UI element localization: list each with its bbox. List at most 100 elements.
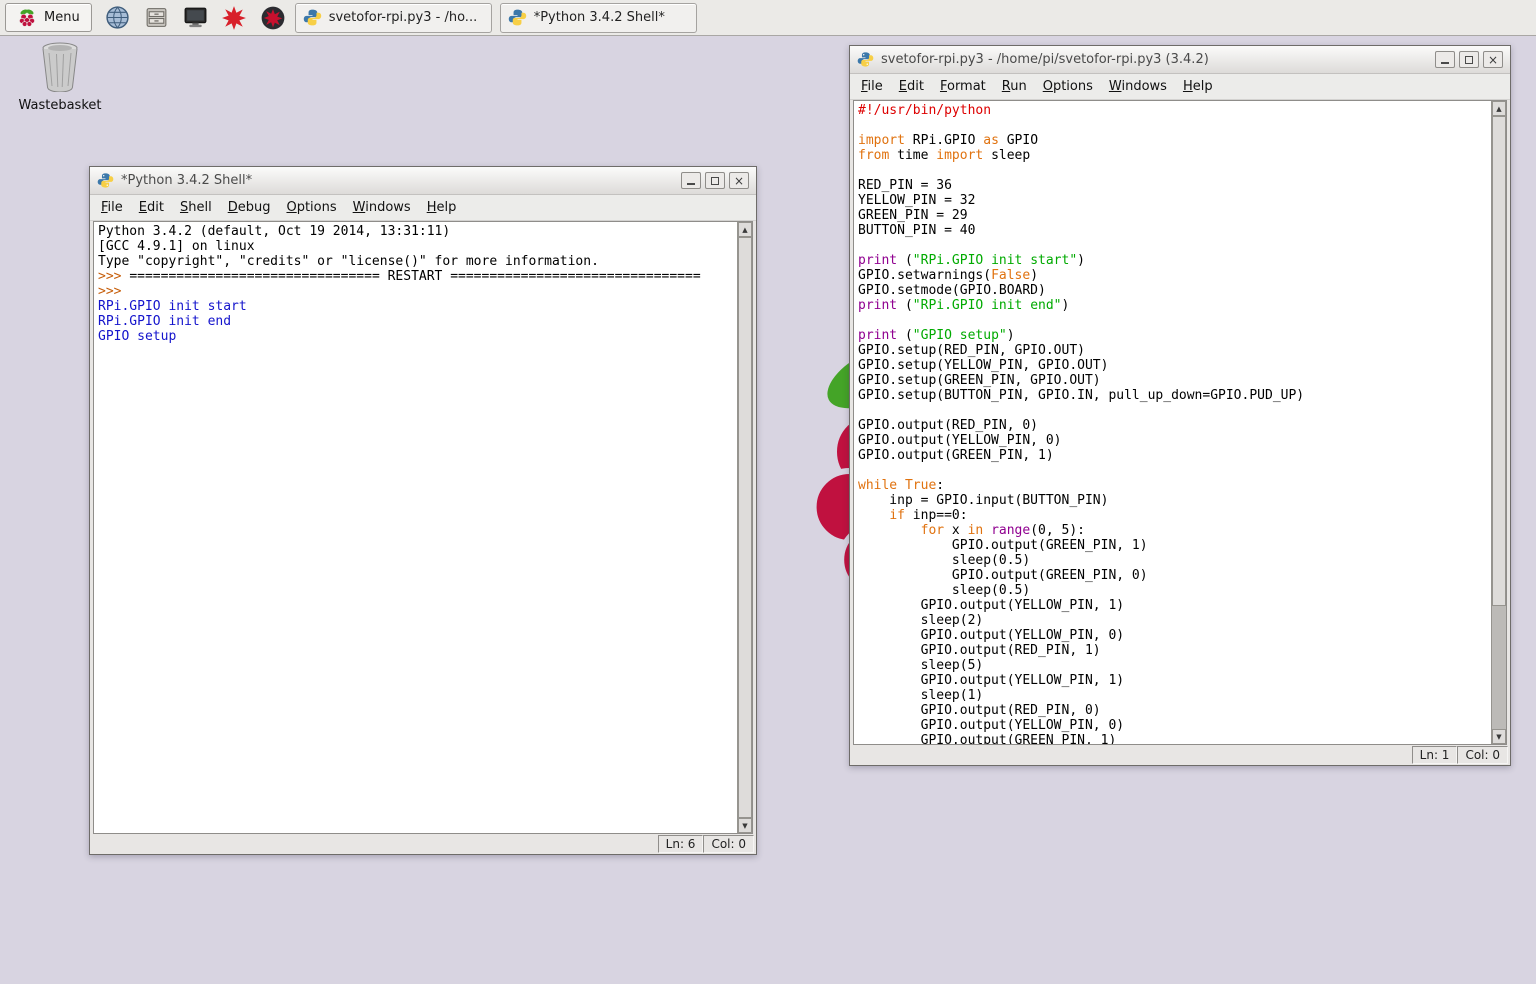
- menu-help[interactable]: Help: [1175, 75, 1221, 98]
- editor-menubar: FileEditFormatRunOptionsWindowsHelp: [850, 74, 1510, 100]
- code-line: sleep(0.5): [858, 583, 1491, 598]
- code-line: GREEN_PIN = 29: [858, 208, 1491, 223]
- code-line: GPIO.output(YELLOW_PIN, 0): [858, 628, 1491, 643]
- code-line: sleep(1): [858, 688, 1491, 703]
- scrollbar-thumb[interactable]: [1492, 116, 1506, 606]
- code-line: [858, 163, 1491, 178]
- line-indicator: Ln: 1: [1412, 746, 1458, 764]
- minimize-button[interactable]: [1435, 51, 1455, 68]
- code-line: Type "copyright", "credits" or "license(…: [98, 254, 737, 269]
- code-line: RED_PIN = 36: [858, 178, 1491, 193]
- editor-vertical-scrollbar[interactable]: ▲ ▼: [1491, 101, 1506, 744]
- window-controls: ×: [1435, 51, 1503, 68]
- scroll-down-arrow-icon[interactable]: ▼: [738, 818, 752, 833]
- scrollbar-track[interactable]: [1492, 116, 1506, 729]
- code-line: [858, 403, 1491, 418]
- code-line: GPIO.output(RED_PIN, 0): [858, 703, 1491, 718]
- wastebasket-label: Wastebasket: [18, 98, 101, 113]
- wastebasket-desktop-icon[interactable]: Wastebasket: [14, 40, 106, 113]
- menu-windows[interactable]: Windows: [1101, 75, 1175, 98]
- code-line: GPIO.output(YELLOW_PIN, 0): [858, 718, 1491, 733]
- code-line: YELLOW_PIN = 32: [858, 193, 1491, 208]
- menu-edit[interactable]: Edit: [891, 75, 932, 98]
- maximize-button[interactable]: [1459, 51, 1479, 68]
- code-line: [858, 463, 1491, 478]
- maximize-button[interactable]: [705, 172, 725, 189]
- code-line: RPi.GPIO init start: [98, 299, 737, 314]
- code-line: RPi.GPIO init end: [98, 314, 737, 329]
- editor-text-area[interactable]: #!/usr/bin/python import RPi.GPIO as GPI…: [854, 101, 1491, 744]
- scroll-up-arrow-icon[interactable]: ▲: [738, 222, 752, 237]
- window-title: svetofor-rpi.py3 - /home/pi/svetofor-rpi…: [881, 52, 1428, 67]
- code-line: sleep(5): [858, 658, 1491, 673]
- menu-help[interactable]: Help: [419, 196, 465, 219]
- menu-file[interactable]: File: [853, 75, 891, 98]
- idle-icon: [303, 8, 323, 28]
- code-line: for x in range(0, 5):: [858, 523, 1491, 538]
- line-indicator: Ln: 6: [658, 835, 704, 853]
- web-browser-icon[interactable]: [104, 4, 131, 31]
- column-indicator: Col: 0: [703, 835, 754, 853]
- scroll-up-arrow-icon[interactable]: ▲: [1492, 101, 1506, 116]
- code-line: [858, 118, 1491, 133]
- idle-editor-window: svetofor-rpi.py3 - /home/pi/svetofor-rpi…: [849, 45, 1511, 766]
- task-label: svetofor-rpi.py3 - /ho...: [329, 10, 478, 25]
- minimize-button[interactable]: [681, 172, 701, 189]
- shell-statusbar: Ln: 6 Col: 0: [90, 834, 756, 854]
- code-line: sleep(2): [858, 613, 1491, 628]
- scroll-down-arrow-icon[interactable]: ▼: [1492, 729, 1506, 744]
- close-button[interactable]: ×: [729, 172, 749, 189]
- menu-run[interactable]: Run: [994, 75, 1035, 98]
- code-line: print ("RPi.GPIO init start"): [858, 253, 1491, 268]
- menu-format[interactable]: Format: [932, 75, 994, 98]
- menu-debug[interactable]: Debug: [220, 196, 279, 219]
- code-line: [GCC 4.9.1] on linux: [98, 239, 737, 254]
- menu-file[interactable]: File: [93, 196, 131, 219]
- terminal-icon[interactable]: [182, 4, 209, 31]
- code-line: GPIO.setup(GREEN_PIN, GPIO.OUT): [858, 373, 1491, 388]
- code-line: GPIO.output(YELLOW_PIN, 1): [858, 598, 1491, 613]
- taskbar-task-shell[interactable]: *Python 3.4.2 Shell*: [500, 3, 697, 33]
- code-line: from time import sleep: [858, 148, 1491, 163]
- shell-titlebar[interactable]: *Python 3.4.2 Shell* ×: [90, 167, 756, 195]
- shell-vertical-scrollbar[interactable]: ▲ ▼: [737, 222, 752, 833]
- code-line: GPIO.setup(RED_PIN, GPIO.OUT): [858, 343, 1491, 358]
- task-label: *Python 3.4.2 Shell*: [534, 10, 665, 25]
- shell-text-area[interactable]: Python 3.4.2 (default, Oct 19 2014, 13:3…: [94, 222, 737, 833]
- menu-edit[interactable]: Edit: [131, 196, 172, 219]
- code-line: import RPi.GPIO as GPIO: [858, 133, 1491, 148]
- mathematica-icon[interactable]: [221, 4, 248, 31]
- scrollbar-track[interactable]: [738, 237, 752, 818]
- code-line: GPIO.output(GREEN_PIN, 0): [858, 568, 1491, 583]
- code-line: [858, 238, 1491, 253]
- menu-options[interactable]: Options: [1035, 75, 1101, 98]
- code-line: GPIO.output(GREEN_PIN, 1): [858, 538, 1491, 553]
- code-line: BUTTON_PIN = 40: [858, 223, 1491, 238]
- code-line: GPIO.setup(BUTTON_PIN, GPIO.IN, pull_up_…: [858, 388, 1491, 403]
- menu-button[interactable]: Menu: [5, 3, 92, 32]
- editor-statusbar: Ln: 1 Col: 0: [850, 745, 1510, 765]
- taskbar-task-editor[interactable]: svetofor-rpi.py3 - /ho...: [295, 3, 492, 33]
- menu-windows[interactable]: Windows: [345, 196, 419, 219]
- scrollbar-thumb[interactable]: [738, 237, 752, 818]
- code-line: GPIO.setwarnings(False): [858, 268, 1491, 283]
- code-line: while True:: [858, 478, 1491, 493]
- menu-shell[interactable]: Shell: [172, 196, 220, 219]
- launcher-area: [104, 4, 287, 31]
- idle-icon: [508, 8, 528, 28]
- editor-titlebar[interactable]: svetofor-rpi.py3 - /home/pi/svetofor-rpi…: [850, 46, 1510, 74]
- code-line: GPIO.output(YELLOW_PIN, 1): [858, 673, 1491, 688]
- trash-can-icon: [36, 40, 84, 92]
- menu-options[interactable]: Options: [278, 196, 344, 219]
- taskbar: Menu: [0, 0, 1536, 36]
- file-manager-icon[interactable]: [143, 4, 170, 31]
- code-line: inp = GPIO.input(BUTTON_PIN): [858, 493, 1491, 508]
- close-button[interactable]: ×: [1483, 51, 1503, 68]
- wolfram-icon[interactable]: [260, 4, 287, 31]
- code-line: GPIO.setmode(GPIO.BOARD): [858, 283, 1491, 298]
- idle-window-icon: [97, 172, 114, 189]
- code-line: GPIO.output(YELLOW_PIN, 0): [858, 433, 1491, 448]
- code-line: GPIO.output(RED_PIN, 1): [858, 643, 1491, 658]
- code-line: print ("GPIO setup"): [858, 328, 1491, 343]
- code-line: print ("RPi.GPIO init end"): [858, 298, 1491, 313]
